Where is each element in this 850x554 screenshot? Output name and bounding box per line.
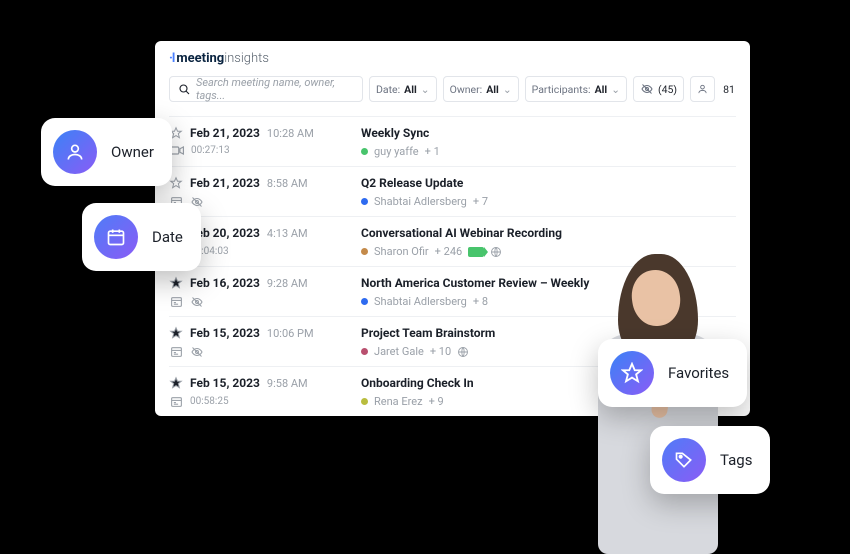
meeting-title: Weekly Sync — [361, 126, 736, 140]
meeting-time: 9:58 AM — [267, 377, 308, 390]
meeting-time: 10:28 AM — [267, 127, 314, 140]
meeting-date: Feb 16, 2023 — [190, 276, 260, 290]
owner-name: Rena Erez — [374, 395, 423, 408]
user-icon — [53, 130, 97, 174]
owner-name: Shabtai Adlersberg — [374, 195, 467, 208]
search-placeholder: Search meeting name, owner, tags... — [196, 76, 354, 102]
meeting-row[interactable]: Feb 21, 2023 8:58 AM Q2 Release Update S… — [169, 166, 736, 216]
participant-count: + 10 — [430, 345, 451, 358]
filter-people[interactable] — [690, 76, 715, 102]
tag-chip-icon — [468, 247, 484, 257]
row-right: Weekly Sync guy yaffe + 1 — [361, 126, 736, 158]
meeting-time: 4:13 AM — [267, 227, 308, 240]
filter-participants[interactable]: Participants:All⌄ — [525, 76, 627, 102]
chevron-down-icon: ⌄ — [421, 83, 430, 96]
owner-name: Shabtai Adlersberg — [374, 295, 467, 308]
star-icon — [610, 351, 654, 395]
meeting-time: 10:06 PM — [267, 327, 314, 340]
search-icon — [178, 83, 190, 95]
chevron-down-icon: ⌄ — [503, 83, 512, 96]
eye-off-icon — [640, 83, 654, 95]
brand-mark-icon: ·l — [169, 51, 174, 66]
filter-bar: Search meeting name, owner, tags... Date… — [169, 76, 736, 102]
participant-count: + 8 — [473, 295, 488, 308]
favorite-star-icon[interactable] — [169, 176, 183, 190]
meeting-date: Feb 21, 2023 — [190, 176, 260, 190]
owner-dot-icon — [361, 148, 368, 155]
user-icon — [697, 83, 708, 95]
meeting-duration: 00:27:13 — [191, 145, 230, 156]
calendar-icon — [94, 215, 138, 259]
row-left: Feb 15, 2023 9:58 AM 00:58:25 — [169, 376, 361, 408]
owner-dot-icon — [361, 398, 368, 405]
row-left: Feb 15, 2023 10:06 PM — [169, 326, 361, 358]
meeting-date: Feb 15, 2023 — [190, 376, 260, 390]
meeting-row[interactable]: Feb 21, 2023 10:28 AM 00:27:13 Weekly Sy… — [169, 116, 736, 166]
filter-date[interactable]: Date:All⌄ — [369, 76, 437, 102]
owner-name: guy yaffe — [374, 145, 419, 158]
meeting-time: 9:28 AM — [267, 277, 308, 290]
meeting-date: Feb 21, 2023 — [190, 126, 260, 140]
owner-dot-icon — [361, 198, 368, 205]
owner-dot-icon — [361, 298, 368, 305]
search-input[interactable]: Search meeting name, owner, tags... — [169, 76, 363, 102]
callout-owner: Owner — [41, 118, 172, 186]
meeting-date: Feb 15, 2023 — [190, 326, 260, 340]
owner-name: Jaret Gale — [374, 345, 424, 358]
meeting-title: Conversational AI Webinar Recording — [361, 226, 736, 240]
video-icon — [170, 145, 184, 156]
owner-name: Sharon Ofir — [374, 245, 429, 258]
meeting-time: 8:58 AM — [267, 177, 308, 190]
favorite-star-icon[interactable] — [169, 376, 183, 390]
row-left: Feb 21, 2023 10:28 AM 00:27:13 — [169, 126, 361, 158]
meeting-duration: 00:58:25 — [190, 396, 229, 407]
callout-date: Date — [82, 203, 201, 271]
favorite-star-icon[interactable] — [169, 326, 183, 340]
notes-icon — [170, 295, 183, 308]
filter-total: 81 — [721, 76, 737, 102]
globe-icon — [490, 246, 502, 258]
favorite-star-icon[interactable] — [169, 276, 183, 290]
chevron-down-icon: ⌄ — [611, 83, 620, 96]
notes-icon — [170, 395, 183, 408]
tag-icon — [662, 438, 706, 482]
eye-off-icon — [190, 346, 204, 358]
owner-dot-icon — [361, 248, 368, 255]
filter-owner[interactable]: Owner:All⌄ — [443, 76, 519, 102]
brand-logo: ·lmeetinginsights — [169, 51, 736, 66]
eye-off-icon — [190, 296, 204, 308]
notes-icon — [170, 345, 183, 358]
participant-count: + 7 — [473, 195, 488, 208]
participant-count: + 246 — [435, 245, 463, 258]
participant-count: + 9 — [429, 395, 444, 408]
callout-tags: Tags — [650, 426, 770, 494]
row-left: Feb 16, 2023 9:28 AM — [169, 276, 361, 308]
filter-hidden[interactable]: (45) — [633, 76, 684, 102]
row-left: Feb 21, 2023 8:58 AM — [169, 176, 361, 208]
callout-favorites: Favorites — [598, 339, 747, 407]
meeting-title: Q2 Release Update — [361, 176, 736, 190]
participant-count: + 1 — [425, 145, 440, 158]
row-right: Q2 Release Update Shabtai Adlersberg + 7 — [361, 176, 736, 208]
globe-icon — [457, 346, 469, 358]
owner-dot-icon — [361, 348, 368, 355]
